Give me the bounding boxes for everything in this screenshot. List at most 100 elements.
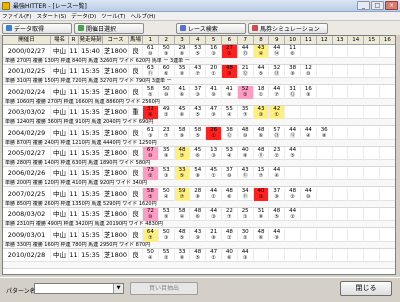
horse-cell[interactable]: 53 ④	[222, 147, 238, 160]
horse-cell[interactable]: 43 ③	[253, 106, 270, 120]
table-row[interactable]: 2006/02/26 中山 11 15:35 芝1800 良 73 ② 53 ③ 33 ⑤ 54 ⑧ 45 ①…	[3, 167, 395, 188]
header-horse-13[interactable]: 13	[332, 36, 349, 45]
header-date[interactable]: 開催日	[3, 36, 51, 45]
horse-cell[interactable]: 44 ②	[285, 208, 301, 222]
horse-cell[interactable]	[301, 106, 317, 120]
horse-cell[interactable]: 21 ⑧	[206, 228, 222, 242]
horse-cell[interactable]	[301, 147, 317, 160]
header-horse-7[interactable]: 7	[237, 36, 254, 45]
close-window-button[interactable]: ×	[385, 1, 398, 10]
horse-cell[interactable]: 44 ⑭	[269, 45, 286, 58]
horse-cell[interactable]	[301, 228, 317, 242]
horse-cell[interactable]: 43 ⑪	[238, 167, 254, 181]
horse-cell[interactable]: 35 ⑦	[238, 106, 254, 120]
horse-cell[interactable]	[317, 147, 333, 160]
horse-cell[interactable]: 58 ⑤	[143, 85, 159, 99]
horse-cell[interactable]	[317, 85, 333, 99]
horse-cell[interactable]: 48 ⑤	[190, 249, 207, 262]
horse-cell[interactable]: 40 ⑥	[222, 249, 238, 262]
horse-cell[interactable]: 11 ⑥	[285, 45, 301, 58]
horse-cell[interactable]	[301, 208, 317, 222]
table-row[interactable]: 2008/03/02 中山 11 15:35 芝1800 良 72 ⑩ 53 ⑨ 58 ④ 48 ⑥ 44 ③…	[3, 208, 395, 229]
horse-cell[interactable]	[348, 106, 365, 120]
horse-cell[interactable]: 36 ⑧	[317, 126, 333, 140]
horse-cell[interactable]: 67 ⑩	[143, 147, 159, 160]
horse-cell[interactable]	[380, 45, 395, 58]
horse-cell[interactable]: 44 ⑤	[254, 65, 270, 79]
horse-cell[interactable]: 48 ⑪	[254, 147, 270, 160]
horse-cell[interactable]	[285, 228, 301, 242]
horse-cell[interactable]: 48 ⑥	[190, 208, 207, 222]
header-race-number[interactable]: R	[69, 36, 79, 45]
horse-cell[interactable]: 49 ②	[159, 106, 175, 120]
header-horse-16[interactable]: 16	[380, 36, 395, 45]
horse-cell[interactable]	[317, 167, 333, 181]
horse-cell[interactable]: 37 ⑨	[269, 187, 286, 201]
horse-cell[interactable]	[333, 187, 349, 201]
horse-cell[interactable]: 44 ③	[238, 249, 254, 262]
horse-cell[interactable]: 43 ⑩	[190, 228, 207, 242]
horse-cell[interactable]: 35 ⑨	[159, 147, 175, 160]
horse-cell[interactable]: 50 ④	[159, 187, 175, 201]
horse-cell[interactable]	[317, 187, 333, 201]
horse-cell[interactable]: 50 ⑩	[159, 85, 175, 99]
horse-cell[interactable]: 27 ①	[222, 45, 238, 58]
horse-cell[interactable]: 43 ⑦	[190, 65, 207, 79]
horse-cell[interactable]: 44 ④	[269, 167, 286, 181]
horse-cell[interactable]: 23 ⑦	[159, 126, 175, 140]
menu-file[interactable]: ファイル(F)	[2, 12, 31, 20]
horse-cell[interactable]: 38 ⑫	[222, 126, 238, 140]
horse-cell[interactable]	[380, 147, 395, 160]
horse-cell[interactable]: 43 ⑤	[190, 106, 207, 120]
horse-cell[interactable]	[380, 167, 395, 181]
header-horse-6[interactable]: 6	[222, 36, 238, 45]
ticket-simulation-button[interactable]: 馬券シミュレーション	[248, 22, 328, 34]
horse-cell[interactable]: 13 ③	[206, 147, 222, 160]
horse-cell[interactable]	[333, 228, 349, 242]
horse-cell[interactable]	[364, 65, 380, 79]
horse-cell[interactable]: 45 ⑥	[175, 106, 191, 120]
horse-cell[interactable]: 37 ⑩	[222, 167, 238, 181]
horse-cell[interactable]	[348, 187, 365, 201]
horse-cell[interactable]	[364, 106, 380, 120]
horse-cell[interactable]: 44 ①	[206, 187, 222, 201]
horse-cell[interactable]	[348, 85, 365, 99]
horse-cell[interactable]	[285, 106, 301, 120]
horse-cell[interactable]: 63 ⑪	[143, 65, 159, 79]
horse-cell[interactable]: 48 ③	[222, 65, 238, 79]
horse-cell[interactable]	[317, 106, 333, 120]
horse-cell[interactable]: 50 ④	[143, 249, 159, 262]
horse-cell[interactable]: 37 ③	[190, 85, 207, 99]
header-horse-1[interactable]: 1	[143, 36, 159, 45]
horse-cell[interactable]: 44 ⑬	[238, 45, 254, 58]
horse-cell[interactable]	[380, 126, 395, 140]
horse-cell[interactable]	[348, 147, 365, 160]
horse-cell[interactable]: 20 ①	[206, 65, 222, 79]
horse-cell[interactable]: 34 ⑪	[238, 187, 254, 201]
horse-cell[interactable]: 32 ⑬	[269, 65, 286, 79]
close-button[interactable]: 閉じる	[340, 281, 392, 296]
horse-cell[interactable]: 30 ②	[238, 228, 254, 242]
horse-cell[interactable]: 53 ⑨	[159, 208, 175, 222]
horse-cell[interactable]	[333, 85, 349, 99]
horse-cell[interactable]: 61 ⑩	[143, 45, 159, 58]
horse-cell[interactable]: 44 ③	[206, 208, 222, 222]
horse-cell[interactable]	[285, 167, 301, 181]
horse-cell[interactable]: 73 ②	[143, 167, 159, 181]
horse-cell[interactable]: 40 ③	[253, 187, 270, 201]
horse-cell[interactable]	[364, 45, 380, 58]
horse-cell[interactable]: 54 ⑧	[190, 167, 207, 181]
horse-cell[interactable]: 48 ⑩	[238, 126, 254, 140]
horse-cell[interactable]	[348, 167, 365, 181]
horse-cell[interactable]	[333, 249, 349, 262]
horse-cell[interactable]	[380, 208, 395, 222]
header-start-time[interactable]: 発走時刻	[79, 36, 103, 45]
extract-bets-button[interactable]: 買い目抽出	[130, 282, 198, 295]
horse-cell[interactable]: 48 ⑥	[222, 187, 238, 201]
header-horse-10[interactable]: 10	[285, 36, 301, 45]
horse-cell[interactable]	[380, 106, 395, 120]
minimize-button[interactable]: _	[357, 1, 370, 10]
horse-cell[interactable]: 52 ②	[237, 85, 254, 99]
date-select-button[interactable]: 開催日選択	[74, 22, 144, 34]
table-row[interactable]: 2005/02/27 中山 11 15:35 芝1800 良 67 ⑩ 35 ⑨ 48 ⑦ 45 ⑥ 13 ③…	[3, 147, 395, 167]
